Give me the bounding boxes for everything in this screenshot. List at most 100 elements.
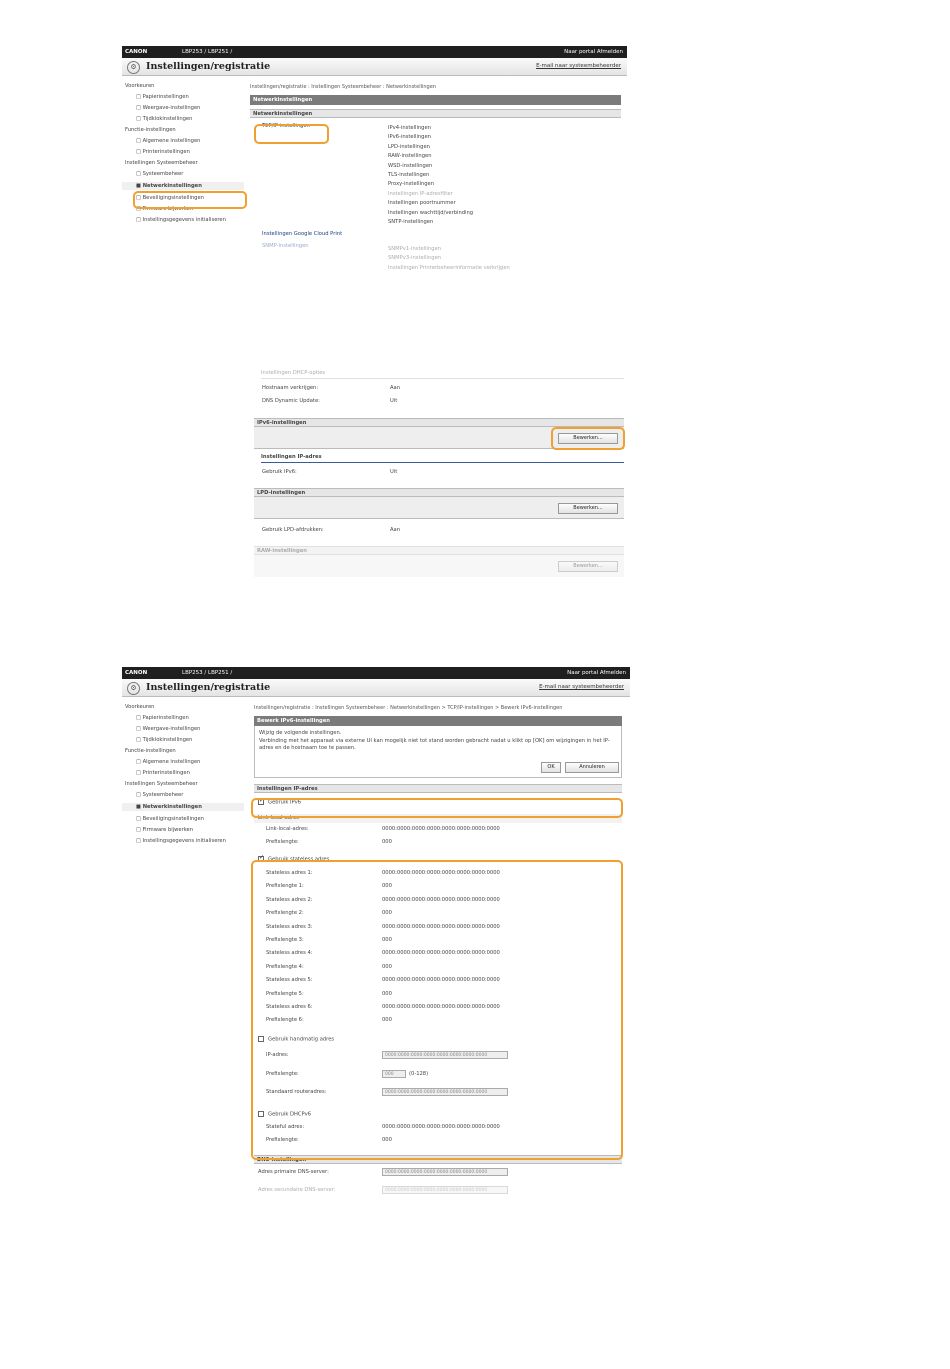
sidebar-item-printer[interactable]: □ Printerinstellingen [136, 770, 244, 776]
sidebar-item-firmware[interactable]: □ Firmware bijwerken [136, 206, 244, 212]
table-row: Stateless adres 6: 0000:0000:0000:0000:00… [254, 1001, 622, 1014]
title-bar: ⚙ Instellingen/registratie E-mail naar s… [122, 58, 627, 76]
ok-button[interactable]: OK [541, 762, 561, 773]
row-value: 000 [382, 990, 392, 997]
row-label: Prefixlengte 3: [266, 936, 304, 943]
mail-admin-link[interactable]: E-mail naar systeembeheerder [539, 684, 624, 690]
row-value: 000 [382, 1017, 392, 1024]
row-value: Uit [390, 469, 398, 475]
sidebar-item-label: Tijdklokinstellingen [142, 116, 193, 122]
use-ipv6-row[interactable]: Gebruik IPv6 [258, 797, 301, 806]
table-row: Stateless adres 1: 0000:0000:0000:0000:00… [254, 867, 622, 880]
sidebar-item-display[interactable]: □ Weergave-instellingen [136, 726, 244, 732]
sidebar-item-label: Papierinstellingen [142, 715, 189, 721]
dhcp-options-subheader: Instellingen DHCP-opties [261, 370, 624, 379]
sidebar-item-label: Beveiligingsinstellingen [142, 816, 204, 822]
row-value: 000 [382, 883, 392, 890]
sidebar-item-sysadmin[interactable]: □ Systeembeheer [136, 171, 244, 177]
table-row: Stateless adres 2: 0000:0000:0000:0000:00… [254, 894, 622, 907]
sidebar-section-system: Instellingen Systeembeheer [125, 160, 198, 166]
use-stateless-row[interactable]: Gebruik stateless adres [258, 854, 330, 863]
use-dhcp-row[interactable]: Gebruik DHCPv6 [258, 1111, 311, 1118]
brand-logo: CANON [125, 670, 148, 676]
sidebar-item-network[interactable]: ■ Netwerkinstellingen [122, 182, 244, 190]
top-bar: CANON LBP253 / LBP251 / Naar portal Afme… [122, 46, 627, 58]
table-row: Stateful adres: 0000:0000:0000:0000:0000:… [254, 1121, 622, 1134]
checkbox-unchecked-icon[interactable] [258, 1036, 264, 1042]
sidebar-item-sysadmin[interactable]: □ Systeembeheer [136, 792, 244, 798]
use-manual-row[interactable]: Gebruik handmatig adres [258, 1036, 334, 1043]
sidebar-item-label: Weergave-instellingen [142, 105, 201, 111]
dns-secondary-label: Adres secundaire DNS-server: [258, 1187, 336, 1193]
table-row: Stateless adres 3: 0000:0000:0000:0000:00… [254, 921, 622, 934]
manual-prefix-input[interactable]: 000 [382, 1070, 406, 1078]
row-label: Stateless adres 1: [266, 870, 313, 876]
sidebar-item-label: Instellingsgegevens initialiseren [142, 838, 226, 844]
row-label: Gebruik LPD-afdrukken: [262, 527, 324, 533]
dns-primary-label: Adres primaire DNS-server: [258, 1169, 329, 1175]
row-label: Hostnaam verkrijgen: [262, 385, 319, 391]
sidebar-item-general[interactable]: □ Algemene instellingen [136, 138, 244, 144]
sidebar-item-paper[interactable]: □ Papierinstellingen [136, 94, 244, 100]
row-label: Prefixlengte 6: [266, 1017, 304, 1024]
checkbox-checked-icon[interactable] [258, 797, 264, 805]
ipv6-form: Gebruik IPv6 Link-local-adres Link-local… [254, 793, 622, 1153]
table-row: Hostnaam verkrijgen: Aan [254, 382, 624, 395]
sidebar-item-security[interactable]: □ Beveiligingsinstellingen [136, 816, 244, 822]
snmp-settings-link[interactable]: SNMP-instellingen [262, 243, 309, 249]
ip-address-label: Instellingen IP-adres [261, 454, 322, 460]
row-label: Gebruik IPv6: [262, 469, 297, 475]
edit-raw-button[interactable]: Bewerken... [558, 561, 618, 572]
mail-admin-link[interactable]: E-mail naar systeembeheerder [536, 63, 621, 69]
sidebar-item-timer[interactable]: □ Tijdklokinstellingen [136, 116, 244, 122]
checkbox-checked-icon[interactable] [258, 854, 264, 862]
sidebar-section-system: Instellingen Systeembeheer [125, 781, 198, 787]
row-value: 0000:0000:0000:0000:0000:0000:0000:0000 [382, 1124, 500, 1130]
row-label: Prefixlengte: [266, 1137, 299, 1143]
sidebar-item-reset[interactable]: □ Instellingsgegevens initialiseren [136, 217, 244, 223]
sidebar-item-paper[interactable]: □ Papierinstellingen [136, 715, 244, 721]
sidebar-item-label: Systeembeheer [142, 792, 184, 798]
sidebar-item-general[interactable]: □ Algemene instellingen [136, 759, 244, 765]
table-row: Prefixlengte 2: 000 [254, 907, 622, 920]
dns-secondary-input[interactable]: 0000:0000:0000:0000:0000:0000:0000:0000 [382, 1186, 508, 1194]
sidebar-item-timer[interactable]: □ Tijdklokinstellingen [136, 737, 244, 743]
router-input[interactable]: 0000:0000:0000:0000:0000:0000:0000:0000 [382, 1088, 508, 1096]
row-label: Stateless adres 3: [266, 923, 313, 930]
checkbox-unchecked-icon[interactable] [258, 1111, 264, 1117]
portal-logout-links[interactable]: Naar portal Afmelden [567, 667, 626, 679]
table-row: Prefixlengte: 000 [254, 836, 622, 849]
table-row: Prefixlengte: 000 [254, 1134, 622, 1147]
sidebar-item-network[interactable]: ■ Netwerkinstellingen [122, 803, 244, 811]
sidebar: Voorkeuren □ Papierinstellingen □ Weerga… [122, 78, 244, 283]
list-item: SNMPv1-instellingen [388, 246, 442, 252]
row-label: Stateless adres 2: [266, 896, 313, 903]
google-cloud-print-link[interactable]: Instellingen Google Cloud Print [262, 231, 342, 237]
tcpip-settings-link[interactable]: TCP/IP-instellingen [262, 123, 310, 129]
portal-logout-links[interactable]: Naar portal Afmelden [564, 46, 623, 58]
sidebar-item-reset[interactable]: □ Instellingsgegevens initialiseren [136, 838, 244, 844]
sidebar-section-functions: Functie-instellingen [125, 748, 176, 754]
dns-primary-input[interactable]: 0000:0000:0000:0000:0000:0000:0000:0000 [382, 1168, 508, 1176]
edit-ipv6-button[interactable]: Bewerken... [558, 433, 618, 444]
sidebar-item-security[interactable]: □ Beveiligingsinstellingen [136, 195, 244, 201]
router-label: Standaard routeradres: [266, 1089, 327, 1095]
dns-subheader: DNS-instellingen [254, 1155, 622, 1164]
table-row: Stateless adres 5: 0000:0000:0000:0000:00… [254, 974, 622, 987]
sidebar-item-label: Printerinstellingen [142, 149, 190, 155]
edit-lpd-button[interactable]: Bewerken... [558, 503, 618, 514]
manual-ip-input[interactable]: 0000:0000:0000:0000:0000:0000:0000:0000 [382, 1051, 508, 1059]
snmp-sublist: SNMPv1-instellingen SNMPv3-instellingen … [388, 245, 510, 273]
section-header: Netwerkinstellingen [250, 95, 621, 105]
sidebar-item-label: Papierinstellingen [142, 94, 189, 100]
cancel-button[interactable]: Annuleren [565, 762, 619, 773]
list-item: LPD-instellingen [388, 143, 430, 150]
list-item: IPv4-instellingen [388, 125, 431, 131]
sidebar-item-firmware[interactable]: □ Firmware bijwerken [136, 827, 244, 833]
use-stateless-label: Gebruik stateless adres [268, 856, 330, 863]
lpd-section-header: LPD-instellingen [254, 488, 624, 497]
table-row: Stateless adres 4: 0000:0000:0000:0000:00… [254, 947, 622, 960]
sidebar-item-display[interactable]: □ Weergave-instellingen [136, 105, 244, 111]
sidebar-item-label: Instellingsgegevens initialiseren [142, 217, 226, 223]
sidebar-item-printer[interactable]: □ Printerinstellingen [136, 149, 244, 155]
